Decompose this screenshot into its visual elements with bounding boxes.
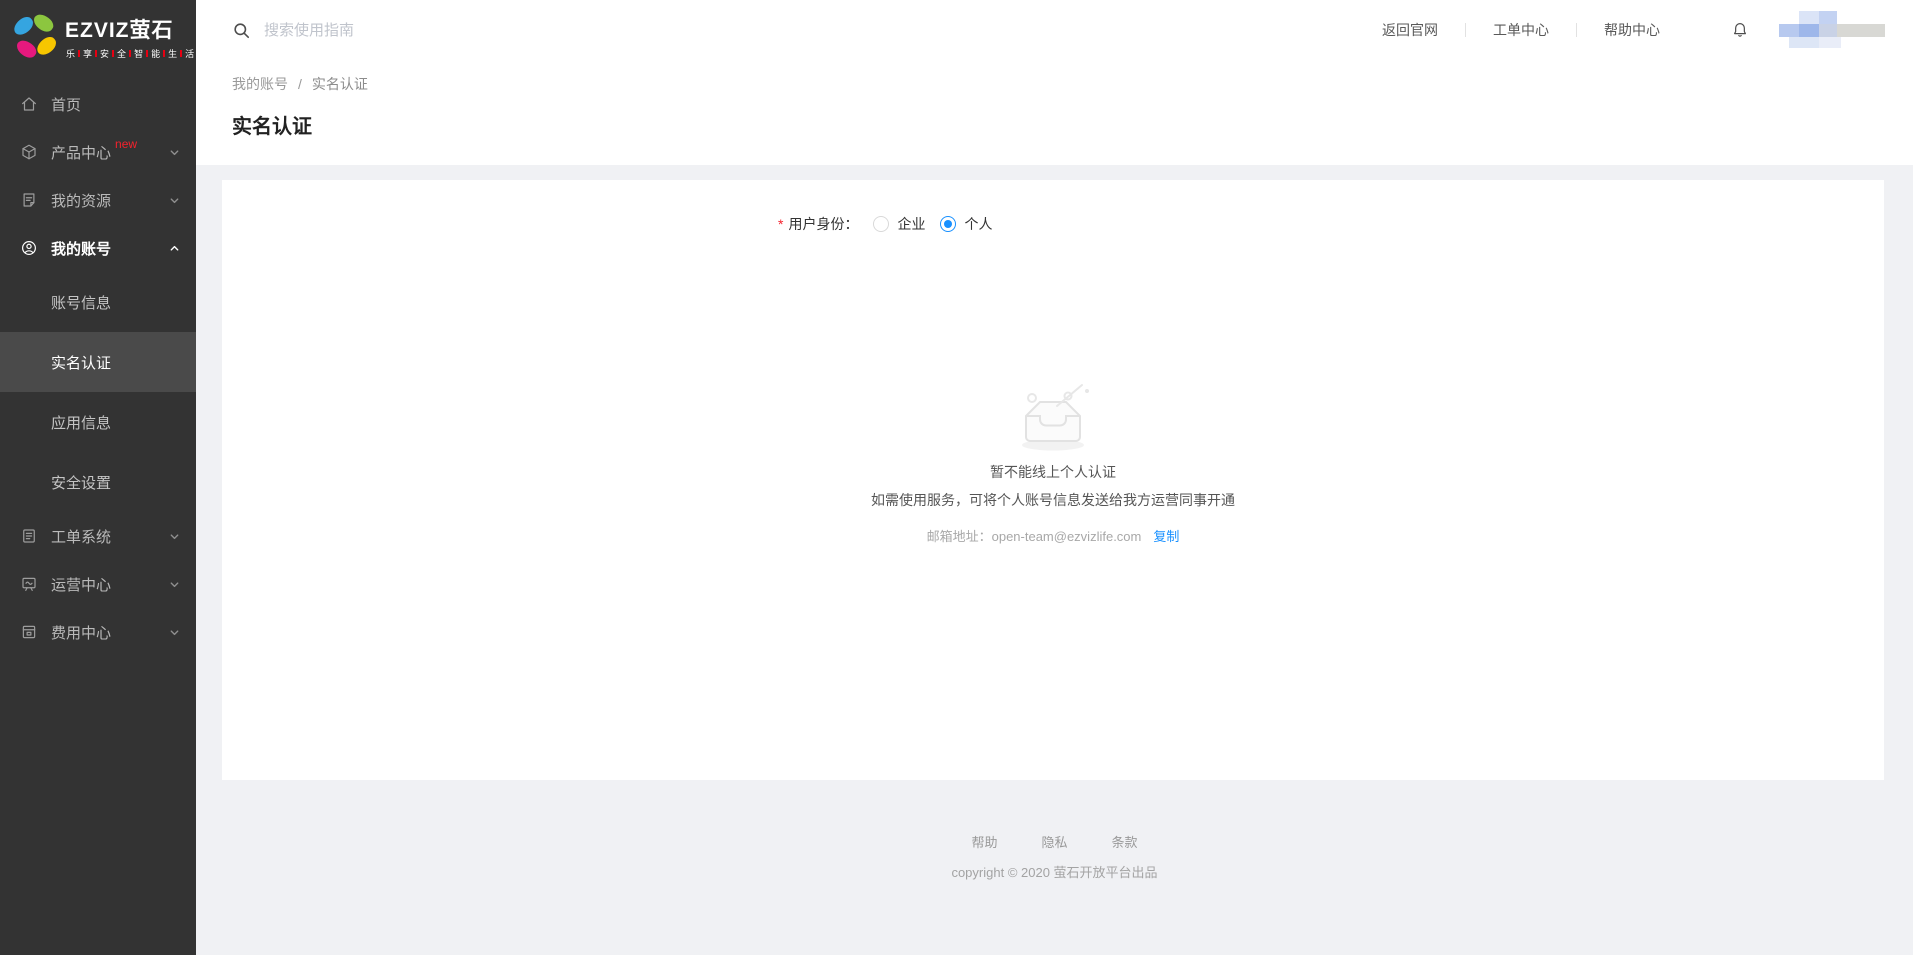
- sidebar-item-billing-center[interactable]: 费用中心: [0, 608, 196, 656]
- sidebar-item-label: 我的资源: [51, 190, 111, 211]
- product-icon: [20, 143, 38, 161]
- email-label: 邮箱地址：: [927, 529, 992, 544]
- operation-icon: [20, 575, 38, 593]
- breadcrumb-parent[interactable]: 我的账号: [232, 74, 288, 94]
- header-link-help-center[interactable]: 帮助中心: [1577, 20, 1687, 40]
- page-title: 实名认证: [196, 94, 1913, 165]
- breadcrumb: 我的账号 / 实名认证: [196, 60, 1913, 94]
- search-bar: [232, 21, 1355, 40]
- chevron-down-icon: [169, 627, 180, 638]
- search-input[interactable]: [264, 22, 684, 39]
- empty-state: 暂不能线上个人认证 如需使用服务，可将个人账号信息发送给我方运营同事开通 邮箱地…: [222, 382, 1884, 545]
- resource-icon: [20, 191, 38, 209]
- sidebar-subitem-account-info[interactable]: 账号信息: [0, 272, 196, 332]
- top-white-section: 返回官网 工单中心 帮助中心 我的账号 / 实名认证 实名认证: [196, 0, 1913, 165]
- empty-inbox-icon: [222, 382, 1884, 454]
- footer-link-terms[interactable]: 条款: [1112, 832, 1138, 851]
- breadcrumb-separator: /: [298, 76, 302, 92]
- radio-label: 个人: [964, 214, 992, 234]
- radio-circle-icon: [873, 216, 889, 232]
- sidebar-subitem-label: 安全设置: [51, 472, 111, 493]
- copyright-text: copyright © 2020 萤石开放平台出品: [196, 862, 1913, 881]
- content-area: * 用户身份： 企业 个人: [196, 165, 1913, 955]
- sidebar-item-product-center[interactable]: 产品中心 new: [0, 128, 196, 176]
- empty-message-line2: 如需使用服务，可将个人账号信息发送给我方运营同事开通: [222, 490, 1884, 510]
- bell-icon[interactable]: [1731, 20, 1749, 40]
- top-header: 返回官网 工单中心 帮助中心: [196, 0, 1913, 60]
- sidebar-subitem-app-info[interactable]: 应用信息: [0, 392, 196, 452]
- radio-personal[interactable]: 个人: [940, 214, 992, 234]
- ezviz-pinwheel-logo-icon: [12, 15, 58, 59]
- radio-enterprise[interactable]: 企业: [873, 214, 925, 234]
- new-badge: new: [115, 137, 137, 151]
- brand-logo[interactable]: EZVIZ萤石 乐享安全智能生活: [0, 0, 196, 62]
- sidebar-item-label: 运营中心: [51, 574, 111, 595]
- brand-tagline: 乐享安全智能生活: [65, 47, 195, 60]
- chevron-down-icon: [169, 147, 180, 158]
- sidebar-item-label: 首页: [51, 94, 81, 115]
- account-icon: [20, 239, 38, 257]
- home-icon: [20, 95, 38, 113]
- radio-circle-icon: [940, 216, 956, 232]
- sidebar: EZVIZ萤石 乐享安全智能生活 首页 产品中心 new 我的资源: [0, 0, 196, 955]
- page-footer: 帮助 隐私 条款 copyright © 2020 萤石开放平台出品: [196, 832, 1913, 881]
- main-area: 返回官网 工单中心 帮助中心 我的账号 / 实名认证 实名认证 *: [196, 0, 1913, 955]
- user-identity-label: 用户身份：: [788, 214, 858, 234]
- sidebar-item-my-resources[interactable]: 我的资源: [0, 176, 196, 224]
- header-links: 返回官网 工单中心 帮助中心: [1355, 20, 1687, 40]
- realname-auth-card: * 用户身份： 企业 个人: [222, 180, 1884, 780]
- breadcrumb-current: 实名认证: [312, 74, 368, 94]
- sidebar-subitem-label: 实名认证: [51, 352, 111, 373]
- brand-name: EZVIZ萤石: [65, 14, 195, 44]
- search-icon: [232, 21, 251, 40]
- header-link-ticket-center[interactable]: 工单中心: [1466, 20, 1576, 40]
- radio-label: 企业: [897, 214, 925, 234]
- sidebar-item-label: 工单系统: [51, 526, 111, 547]
- sidebar-item-label: 产品中心: [51, 142, 111, 163]
- chevron-up-icon: [169, 243, 180, 254]
- required-mark: *: [778, 216, 783, 232]
- sidebar-subitem-label: 账号信息: [51, 292, 111, 313]
- user-account-redacted[interactable]: [1779, 11, 1887, 49]
- sidebar-subitem-security-settings[interactable]: 安全设置: [0, 452, 196, 512]
- sidebar-item-label: 费用中心: [51, 622, 111, 643]
- sidebar-item-label: 我的账号: [51, 238, 111, 259]
- user-identity-form-row: * 用户身份： 企业 个人: [778, 180, 1884, 234]
- email-row: 邮箱地址：open-team@ezvizlife.com 复制: [222, 526, 1884, 545]
- sidebar-menu: 首页 产品中心 new 我的资源 我的账号: [0, 80, 196, 656]
- sidebar-item-my-account[interactable]: 我的账号: [0, 224, 196, 272]
- sidebar-item-ticket-system[interactable]: 工单系统: [0, 512, 196, 560]
- chevron-down-icon: [169, 195, 180, 206]
- chevron-down-icon: [169, 579, 180, 590]
- ticket-icon: [20, 527, 38, 545]
- sidebar-subitem-realname-auth[interactable]: 实名认证: [0, 332, 196, 392]
- email-address: open-team@ezvizlife.com: [992, 529, 1142, 544]
- header-link-official-site[interactable]: 返回官网: [1355, 20, 1465, 40]
- sidebar-subitem-label: 应用信息: [51, 412, 111, 433]
- footer-link-privacy[interactable]: 隐私: [1041, 832, 1067, 851]
- sidebar-item-operation-center[interactable]: 运营中心: [0, 560, 196, 608]
- billing-icon: [20, 623, 38, 641]
- empty-message-line1: 暂不能线上个人认证: [222, 462, 1884, 482]
- footer-links: 帮助 隐私 条款: [196, 832, 1913, 851]
- footer-link-help[interactable]: 帮助: [971, 832, 997, 851]
- copy-email-link[interactable]: 复制: [1153, 529, 1179, 544]
- chevron-down-icon: [169, 531, 180, 542]
- sidebar-item-home[interactable]: 首页: [0, 80, 196, 128]
